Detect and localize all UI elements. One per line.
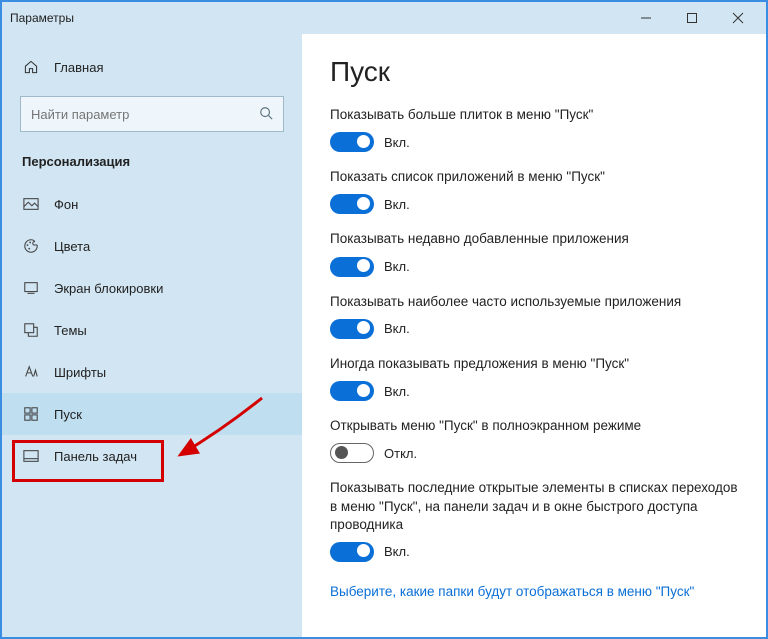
toggle-switch[interactable] (330, 257, 374, 277)
setting-label: Открывать меню "Пуск" в полноэкранном ре… (330, 417, 738, 435)
setting-row: Показывать больше плиток в меню "Пуск" Вк… (330, 106, 738, 152)
setting-row: Открывать меню "Пуск" в полноэкранном ре… (330, 417, 738, 463)
search-icon (259, 106, 273, 123)
sidebar-item-label: Цвета (54, 239, 90, 254)
toggle-state-label: Вкл. (384, 135, 410, 150)
lockscreen-icon (22, 279, 40, 297)
themes-icon (22, 321, 40, 339)
fonts-icon (22, 363, 40, 381)
sidebar-item-label: Экран блокировки (54, 281, 163, 296)
setting-row: Показывать недавно добавленные приложени… (330, 230, 738, 276)
main-panel: Пуск Показывать больше плиток в меню "Пу… (302, 34, 766, 637)
setting-label: Показать список приложений в меню "Пуск" (330, 168, 738, 186)
setting-row: Иногда показывать предложения в меню "Пу… (330, 355, 738, 401)
home-icon (22, 58, 40, 76)
sidebar-item-label: Темы (54, 323, 87, 338)
setting-label: Показывать последние открытые элементы в… (330, 479, 738, 534)
toggle-switch[interactable] (330, 542, 374, 562)
toggle-state-label: Вкл. (384, 321, 410, 336)
toggle-state-label: Вкл. (384, 259, 410, 274)
background-icon (22, 195, 40, 213)
taskbar-icon (22, 447, 40, 465)
toggle-switch[interactable] (330, 319, 374, 339)
search-input[interactable] (20, 96, 284, 132)
toggle-state-label: Вкл. (384, 544, 410, 559)
sidebar-item-themes[interactable]: Темы (2, 309, 302, 351)
setting-row: Показывать наиболее часто используемые п… (330, 293, 738, 339)
setting-label: Показывать больше плиток в меню "Пуск" (330, 106, 738, 124)
setting-label: Показывать наиболее часто используемые п… (330, 293, 738, 311)
setting-row: Показать список приложений в меню "Пуск"… (330, 168, 738, 214)
sidebar-item-label: Фон (54, 197, 78, 212)
sidebar-item-label: Шрифты (54, 365, 106, 380)
window-title: Параметры (10, 11, 632, 25)
sidebar-item-taskbar[interactable]: Панель задач (2, 435, 302, 477)
maximize-button[interactable] (678, 6, 706, 30)
minimize-button[interactable] (632, 6, 660, 30)
search-field[interactable] (31, 107, 259, 122)
toggle-switch[interactable] (330, 132, 374, 152)
nav-home[interactable]: Главная (2, 50, 302, 84)
toggle-switch[interactable] (330, 443, 374, 463)
toggle-state-label: Откл. (384, 446, 417, 461)
toggle-switch[interactable] (330, 194, 374, 214)
start-icon (22, 405, 40, 423)
sidebar: Главная Персонализация Фон Цвета (2, 34, 302, 637)
sidebar-item-fonts[interactable]: Шрифты (2, 351, 302, 393)
colors-icon (22, 237, 40, 255)
sidebar-item-start[interactable]: Пуск (2, 393, 302, 435)
page-title: Пуск (330, 56, 738, 88)
setting-label: Иногда показывать предложения в меню "Пу… (330, 355, 738, 373)
setting-label: Показывать недавно добавленные приложени… (330, 230, 738, 248)
toggle-state-label: Вкл. (384, 384, 410, 399)
sidebar-item-lockscreen[interactable]: Экран блокировки (2, 267, 302, 309)
category-header: Персонализация (2, 150, 302, 183)
close-button[interactable] (724, 6, 752, 30)
nav-home-label: Главная (54, 60, 103, 75)
toggle-switch[interactable] (330, 381, 374, 401)
choose-folders-link[interactable]: Выберите, какие папки будут отображаться… (330, 584, 694, 599)
sidebar-item-background[interactable]: Фон (2, 183, 302, 225)
titlebar: Параметры (2, 2, 766, 34)
toggle-state-label: Вкл. (384, 197, 410, 212)
sidebar-item-label: Панель задач (54, 449, 137, 464)
sidebar-item-label: Пуск (54, 407, 82, 422)
setting-row: Показывать последние открытые элементы в… (330, 479, 738, 562)
sidebar-item-colors[interactable]: Цвета (2, 225, 302, 267)
